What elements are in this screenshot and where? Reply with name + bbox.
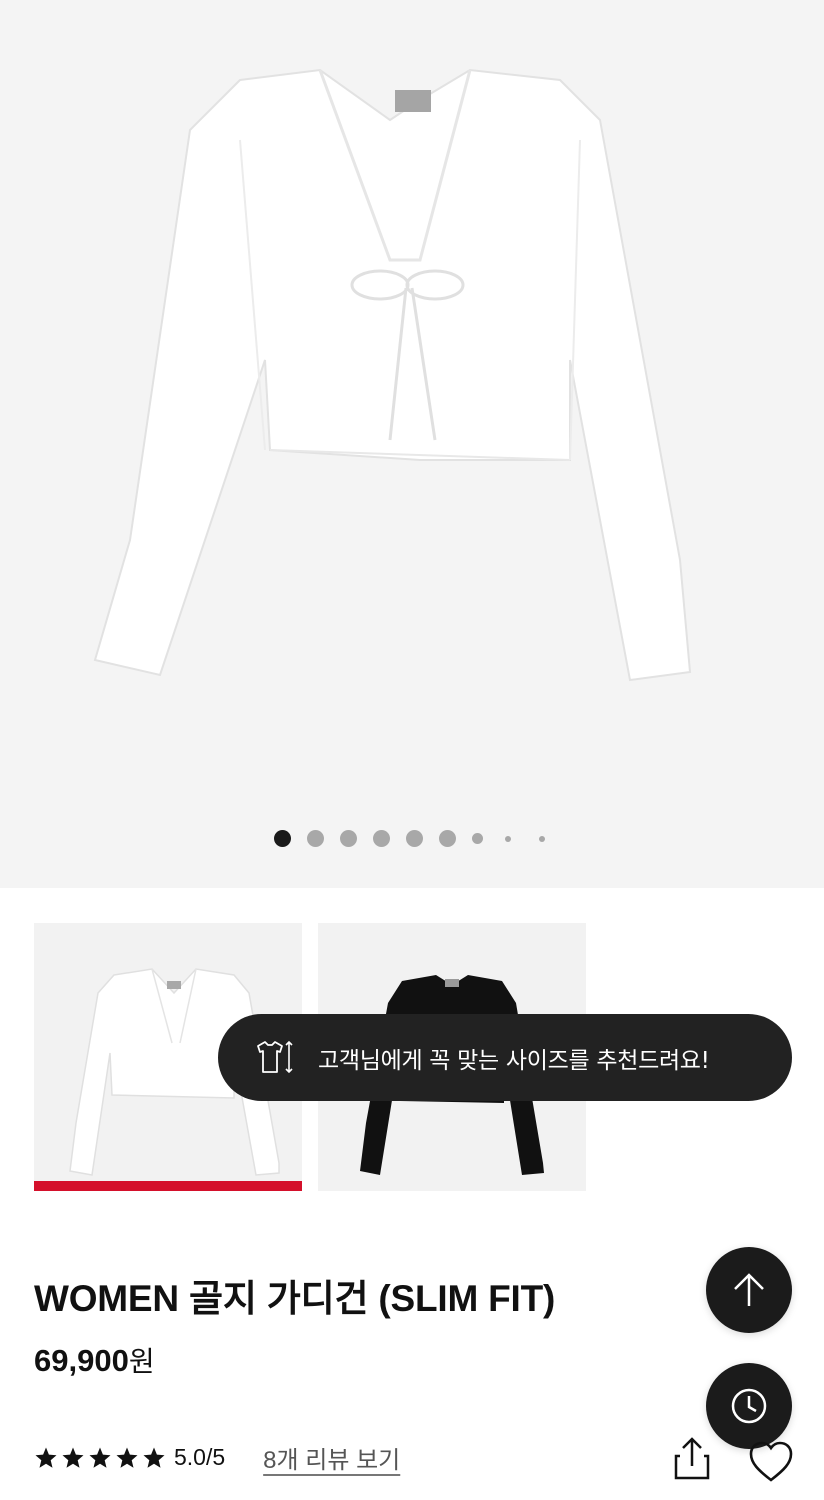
rating-summary: 5.0/5 8개 리뷰 보기 xyxy=(34,1440,400,1475)
price-currency: 원 xyxy=(128,1346,155,1377)
star-icon xyxy=(89,1447,111,1468)
share-icon xyxy=(674,1437,710,1480)
product-image-gallery[interactable] xyxy=(0,0,824,888)
arrow-up-icon xyxy=(734,1273,764,1306)
star-icon xyxy=(116,1447,138,1468)
pagination-dot[interactable] xyxy=(405,830,423,847)
star-icon xyxy=(143,1447,165,1468)
size-recommendation-banner[interactable]: 고객님에게 꼭 맞는 사이즈를 추천드려요! xyxy=(218,1014,792,1101)
pagination-dot[interactable] xyxy=(438,830,456,847)
price-value: 69,900 xyxy=(34,1343,129,1378)
size-recommendation-text: 고객님에게 꼭 맞는 사이즈를 추천드려요! xyxy=(318,1047,710,1074)
share-button[interactable] xyxy=(672,1436,712,1482)
pagination-dot[interactable] xyxy=(306,830,324,847)
clock-icon xyxy=(731,1388,767,1424)
rating-value: 5.0/5 xyxy=(174,1444,226,1470)
pagination-dot[interactable] xyxy=(273,830,291,847)
wishlist-button[interactable] xyxy=(748,1440,794,1484)
pagination-dot[interactable] xyxy=(339,830,357,847)
pagination-dot[interactable] xyxy=(504,835,511,842)
recently-viewed-button[interactable] xyxy=(706,1363,792,1449)
pagination-dot[interactable] xyxy=(372,830,390,847)
star-icon xyxy=(35,1447,57,1468)
product-main-image xyxy=(93,68,692,682)
product-title: WOMEN 골지 가디건 (SLIM FIT) xyxy=(34,1278,556,1319)
scroll-to-top-button[interactable] xyxy=(706,1247,792,1333)
product-price: 69,900원 xyxy=(34,1340,155,1380)
star-icon xyxy=(62,1447,84,1468)
heart-icon xyxy=(749,1441,793,1482)
star-rating xyxy=(34,1446,166,1470)
pagination-dot[interactable] xyxy=(471,833,483,844)
tshirt-size-icon xyxy=(257,1040,293,1073)
gallery-pagination xyxy=(0,830,824,847)
view-reviews-link[interactable]: 8개 리뷰 보기 xyxy=(263,1440,400,1475)
pagination-dot[interactable] xyxy=(538,835,545,842)
